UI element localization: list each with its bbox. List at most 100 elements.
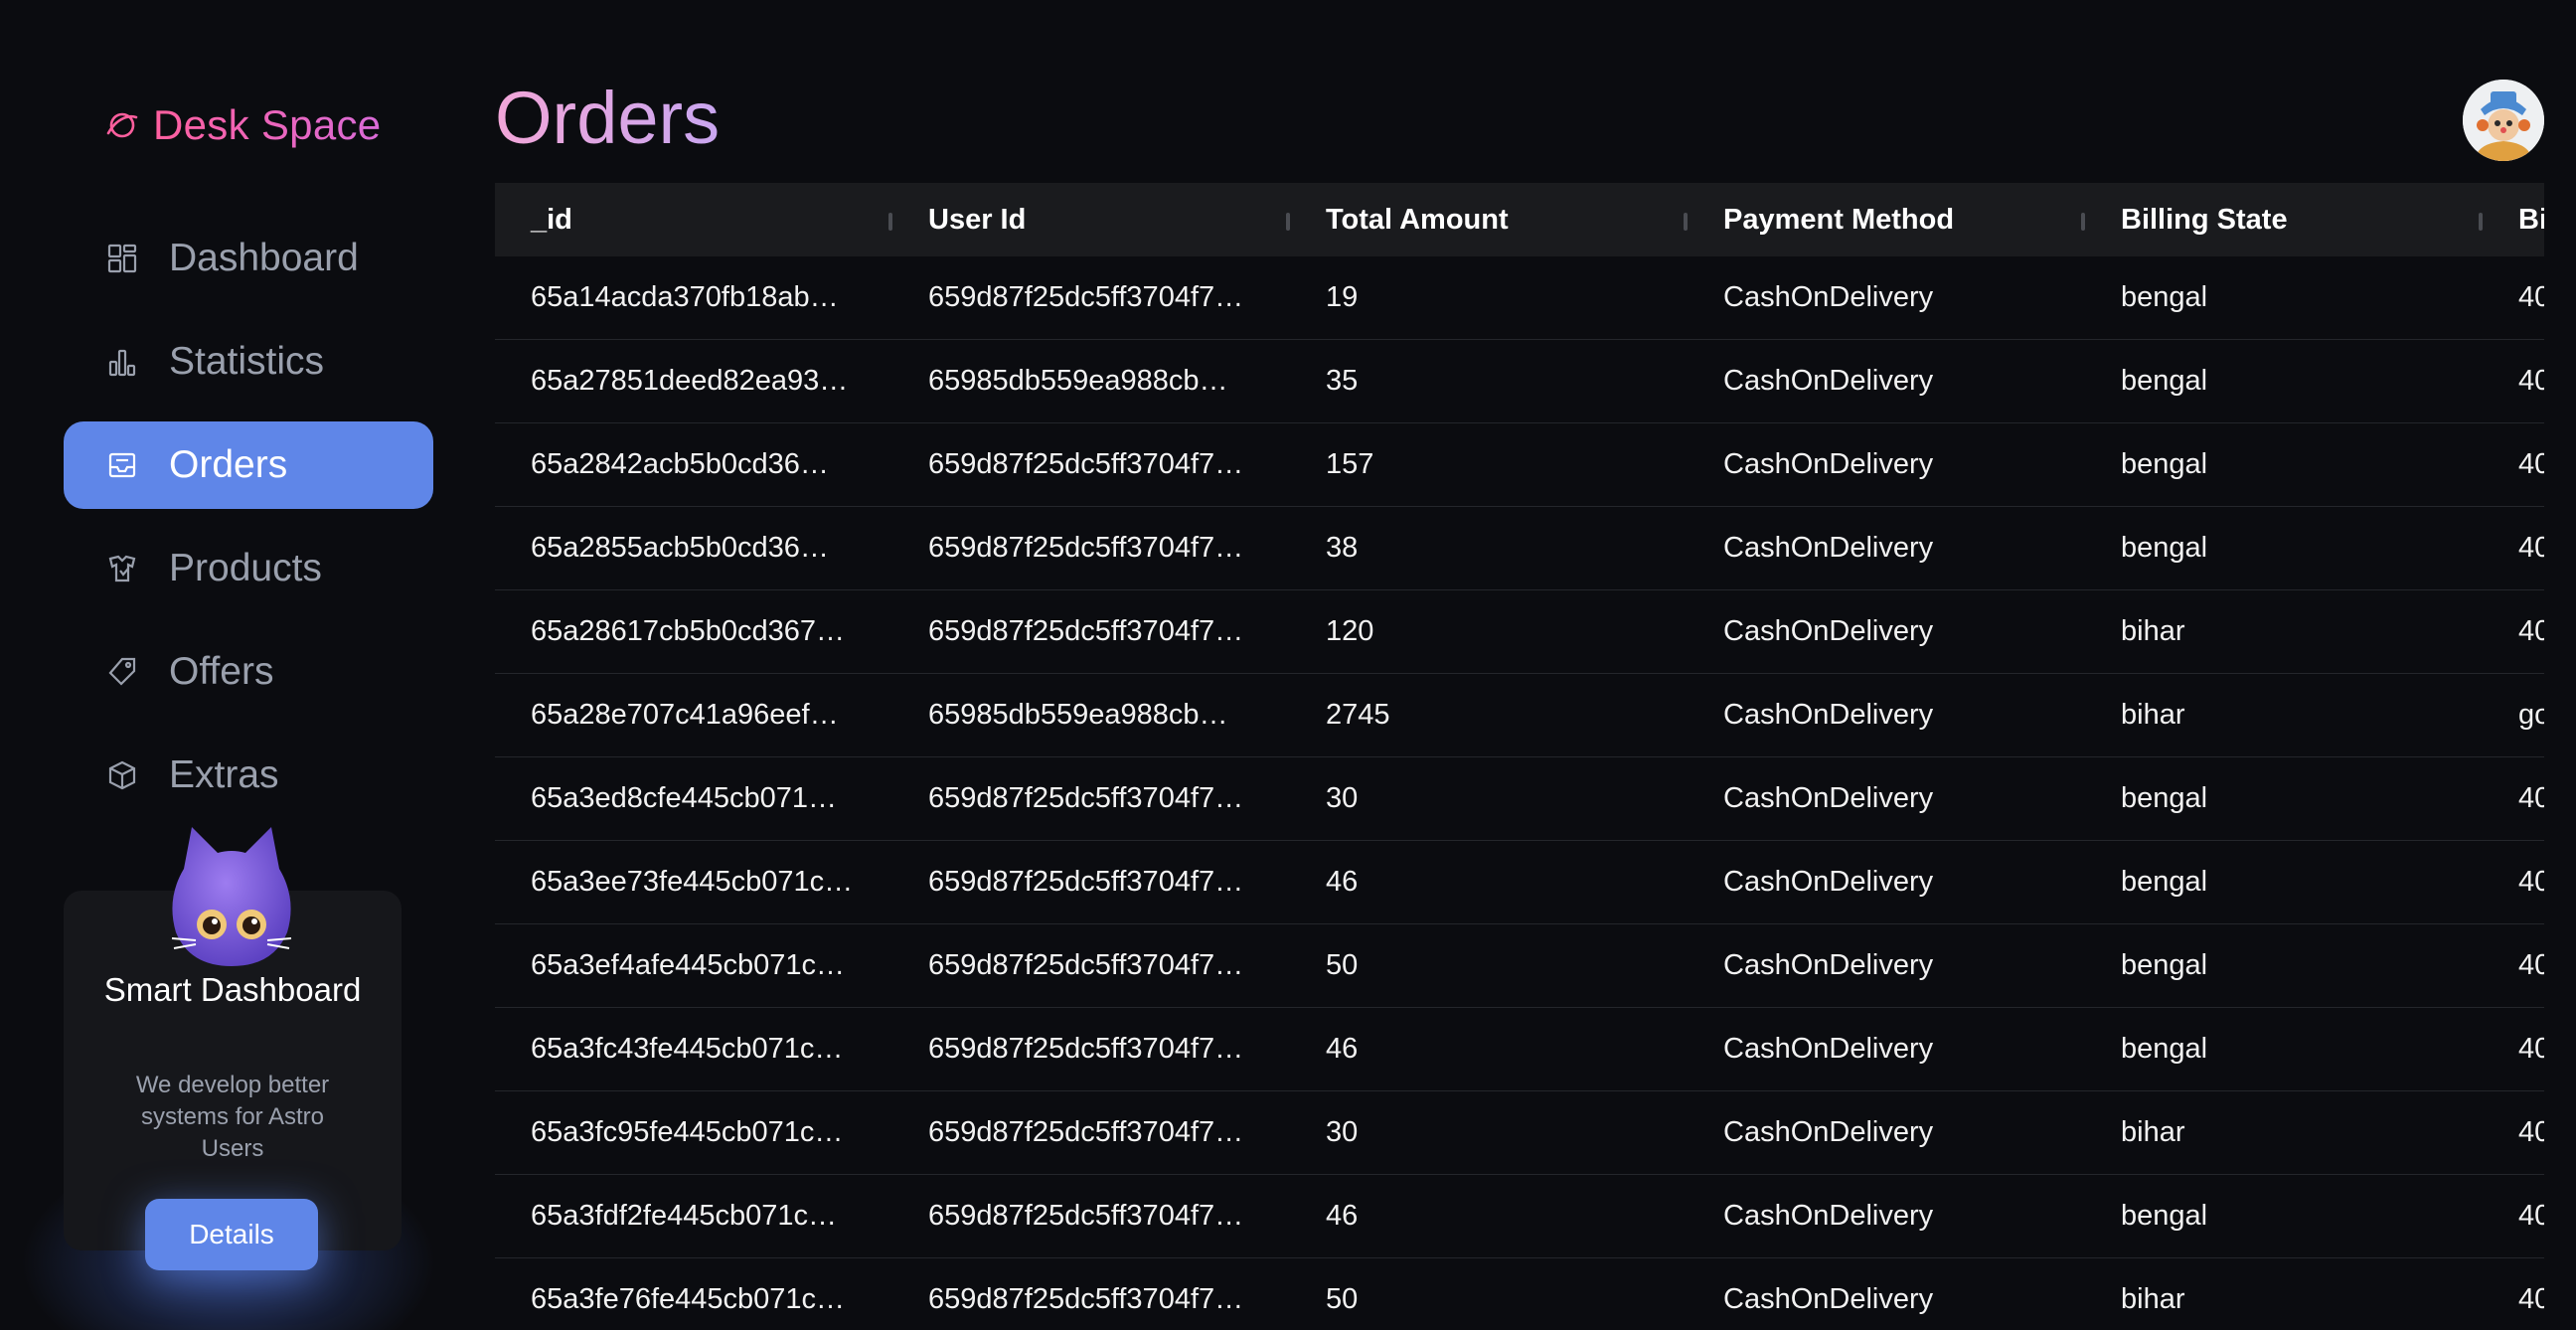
column-header-billing-truncated[interactable]: Bi [2483, 183, 2544, 256]
sidebar-item-label: Orders [169, 443, 288, 486]
dashboard-icon [105, 242, 139, 275]
table-cell: CashOnDelivery [1723, 281, 1934, 313]
table-cell: 659d87f25dc5ff3704f7… [928, 1283, 1244, 1315]
sidebar-nav: Dashboard Statistics Orders Products Off… [64, 215, 433, 835]
app-root: Desk Space Dashboard Statistics Orders P… [0, 0, 2576, 1330]
table-cell: 65a3ed8cfe445cb071… [531, 782, 837, 814]
table-row[interactable]: 65a3fc95fe445cb071c… 659d87f25dc5ff3704f7… [495, 1091, 2544, 1175]
table-cell: CashOnDelivery [1723, 532, 1934, 564]
table-cell: CashOnDelivery [1723, 949, 1934, 981]
details-button[interactable]: Details [145, 1199, 318, 1270]
promo-title: Smart Dashboard [103, 971, 362, 1008]
column-header-id[interactable]: _id [495, 183, 892, 256]
brand[interactable]: Desk Space [105, 95, 381, 155]
table-cell: 2745 [1326, 699, 1390, 731]
table-cell: bihar [2121, 615, 2185, 647]
table-cell: 30 [1326, 782, 1359, 814]
sidebar-item-label: Products [169, 547, 322, 589]
table-cell: CashOnDelivery [1723, 365, 1934, 397]
table-cell: 40 [2518, 365, 2544, 397]
table-cell: CashOnDelivery [1723, 782, 1934, 814]
column-header-label: Payment Method [1723, 203, 1955, 236]
table-cell: CashOnDelivery [1723, 866, 1934, 898]
column-header-billing-state[interactable]: Billing State [2085, 183, 2483, 256]
table-cell: bihar [2121, 1116, 2185, 1148]
table-cell: CashOnDelivery [1723, 1200, 1934, 1232]
table-row[interactable]: 65a27851deed82ea93… 65985db559ea988cb… 35 C… [495, 340, 2544, 423]
planet-icon [105, 108, 139, 142]
table-cell: 659d87f25dc5ff3704f7… [928, 1116, 1244, 1148]
table-cell: 40 [2518, 866, 2544, 898]
table-row[interactable]: 65a3fdf2fe445cb071c… 659d87f25dc5ff3704f7… [495, 1175, 2544, 1258]
column-header-total-amount[interactable]: Total Amount [1290, 183, 1688, 256]
column-header-payment-method[interactable]: Payment Method [1688, 183, 2085, 256]
sidebar-item-label: Dashboard [169, 237, 359, 279]
table-cell: 40 [2518, 1283, 2544, 1315]
table-row[interactable]: 65a14acda370fb18ab… 659d87f25dc5ff3704f7…… [495, 256, 2544, 340]
table-cell: 40 [2518, 1200, 2544, 1232]
sidebar-item-statistics[interactable]: Statistics [64, 318, 433, 406]
table-cell: 659d87f25dc5ff3704f7… [928, 615, 1244, 647]
table-cell: CashOnDelivery [1723, 1033, 1934, 1065]
table-cell: 659d87f25dc5ff3704f7… [928, 1033, 1244, 1065]
table-row[interactable]: 65a2842acb5b0cd36… 659d87f25dc5ff3704f7… 1… [495, 423, 2544, 507]
table-row[interactable]: 65a3ed8cfe445cb071… 659d87f25dc5ff3704f7…… [495, 757, 2544, 841]
column-header-user-id[interactable]: User Id [892, 183, 1290, 256]
table-row[interactable]: 65a3fc43fe445cb071c… 659d87f25dc5ff3704f7… [495, 1008, 2544, 1091]
sidebar-item-label: Statistics [169, 340, 325, 383]
table-row[interactable]: 65a3ee73fe445cb071c… 659d87f25dc5ff3704f7… [495, 841, 2544, 924]
table-cell: 46 [1326, 1033, 1359, 1065]
inbox-icon [105, 448, 139, 482]
avatar[interactable] [2463, 80, 2544, 161]
column-header-label: User Id [928, 203, 1027, 236]
table-cell: go [2518, 699, 2544, 731]
sidebar-item-products[interactable]: Products [64, 525, 433, 612]
table-cell: bihar [2121, 1283, 2185, 1315]
product-icon [105, 552, 139, 585]
table-cell: 30 [1326, 1116, 1359, 1148]
orders-table: _id User Id Total Amount Payment Method … [495, 183, 2544, 1330]
sidebar-item-label: Offers [169, 650, 274, 693]
table-row[interactable]: 65a2855acb5b0cd36… 659d87f25dc5ff3704f7… 3… [495, 507, 2544, 590]
column-header-label: _id [531, 203, 572, 236]
table-cell: 659d87f25dc5ff3704f7… [928, 1200, 1244, 1232]
column-header-label: Total Amount [1326, 203, 1509, 236]
table-row[interactable]: 65a28617cb5b0cd367… 659d87f25dc5ff3704f7…… [495, 590, 2544, 674]
sidebar-item-orders[interactable]: Orders [64, 421, 433, 509]
table-cell: 65a3fc43fe445cb071c… [531, 1033, 844, 1065]
table-cell: 19 [1326, 281, 1359, 313]
table-cell: 50 [1326, 949, 1359, 981]
table-header: _id User Id Total Amount Payment Method … [495, 183, 2544, 256]
table-row[interactable]: 65a3fe76fe445cb071c… 659d87f25dc5ff3704f7… [495, 1258, 2544, 1330]
table-cell: 65a28617cb5b0cd367… [531, 615, 846, 647]
sidebar-item-offers[interactable]: Offers [64, 628, 433, 716]
table-cell: 38 [1326, 532, 1359, 564]
table-cell: bengal [2121, 365, 2208, 397]
cube-icon [105, 758, 139, 792]
table-cell: 65a3ef4afe445cb071c… [531, 949, 846, 981]
table-cell: CashOnDelivery [1723, 615, 1934, 647]
brand-name: Desk Space [153, 101, 382, 148]
sidebar-item-label: Extras [169, 753, 279, 796]
table-cell: 120 [1326, 615, 1374, 647]
table-row[interactable]: 65a3ef4afe445cb071c… 659d87f25dc5ff3704f7… [495, 924, 2544, 1008]
sidebar-item-extras[interactable]: Extras [64, 732, 433, 819]
table-cell: 65a14acda370fb18ab… [531, 281, 839, 313]
table-cell: 40 [2518, 1033, 2544, 1065]
promo-text: We develop better systems for Astro User… [135, 1072, 330, 1162]
table-cell: bengal [2121, 1033, 2208, 1065]
table-cell: 65a28e707c41a96eef… [531, 699, 839, 731]
table-cell: CashOnDelivery [1723, 699, 1934, 731]
table-row[interactable]: 65a28e707c41a96eef… 65985db559ea988cb… 274… [495, 674, 2544, 757]
sidebar-item-dashboard[interactable]: Dashboard [64, 215, 433, 302]
table-cell: bengal [2121, 448, 2208, 480]
table-cell: 40 [2518, 782, 2544, 814]
table-cell: 65a2855acb5b0cd36… [531, 532, 829, 564]
tag-icon [105, 655, 139, 689]
table-cell: 40 [2518, 949, 2544, 981]
table-cell: 659d87f25dc5ff3704f7… [928, 866, 1244, 898]
page-title: Orders [495, 74, 720, 163]
table-cell: 50 [1326, 1283, 1359, 1315]
table-cell: 40 [2518, 448, 2544, 480]
table-cell: 65a3fe76fe445cb071c… [531, 1283, 846, 1315]
